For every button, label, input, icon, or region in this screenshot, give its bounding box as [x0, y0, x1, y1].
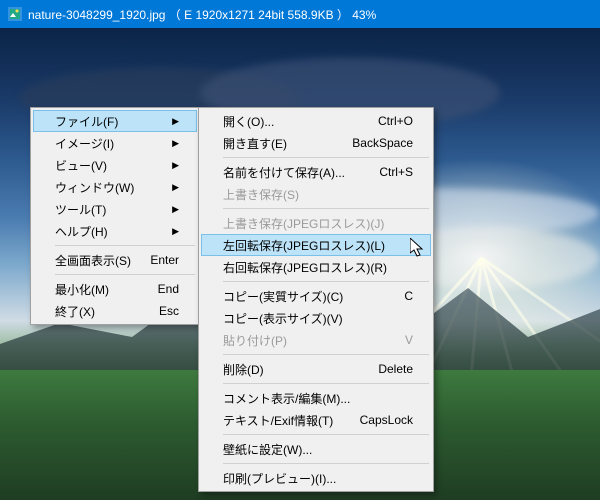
menu-separator [223, 434, 429, 435]
file-menu-item-8[interactable]: 右回転保存(JPEGロスレス)(R) [201, 256, 431, 278]
file-menu-item-6: 上書き保存(JPEGロスレス)(J) [201, 212, 431, 234]
file-menu-item-4: 上書き保存(S) [201, 183, 431, 205]
menu-item-label: 開き直す(E) [223, 135, 287, 152]
main-menu-item-10[interactable]: 終了(X) Esc [33, 300, 197, 322]
main-menu-item-2[interactable]: ビュー(V) ▶ [33, 154, 197, 176]
menu-item-label: 印刷(プレビュー)(I)... [223, 470, 336, 487]
submenu-arrow-icon: ▶ [172, 204, 179, 215]
file-menu-item-19[interactable]: 壁紙に設定(W)... [201, 438, 431, 460]
submenu-arrow-icon: ▶ [172, 116, 179, 127]
window-title: nature-3048299_1920.jpg （ E 1920x1271 24… [28, 6, 376, 23]
menu-separator [223, 354, 429, 355]
menu-item-shortcut: Delete [378, 362, 413, 376]
context-menu-file[interactable]: 開く(O)... Ctrl+O 開き直す(E) BackSpace 名前を付けて保存(A… [198, 107, 434, 492]
menu-item-shortcut: Esc [159, 304, 179, 318]
file-menu-item-10[interactable]: コピー(実質サイズ)(C) C [201, 285, 431, 307]
menu-separator [223, 157, 429, 158]
main-menu-item-9[interactable]: 最小化(M) End [33, 278, 197, 300]
menu-item-shortcut: Ctrl+O [378, 114, 413, 128]
main-menu-item-3[interactable]: ウィンドウ(W) ▶ [33, 176, 197, 198]
menu-item-shortcut: Ctrl+S [379, 165, 413, 179]
submenu-arrow-icon: ▶ [172, 226, 179, 237]
menu-item-shortcut: CapsLock [360, 413, 413, 427]
menu-item-label: 最小化(M) [55, 281, 109, 298]
file-menu-item-0[interactable]: 開く(O)... Ctrl+O [201, 110, 431, 132]
context-menu-main[interactable]: ファイル(F)▶イメージ(I)▶ビュー(V)▶ウィンドウ(W)▶ツール(T)▶ヘ… [30, 107, 200, 325]
main-menu-item-7[interactable]: 全画面表示(S) Enter [33, 249, 197, 271]
menu-item-shortcut: C [404, 289, 413, 303]
menu-item-shortcut: Enter [150, 253, 179, 267]
menu-item-label: ヘルプ(H) [55, 223, 108, 240]
app-icon [8, 7, 22, 21]
menu-separator [223, 208, 429, 209]
file-menu-item-7[interactable]: 左回転保存(JPEGロスレス)(L) [201, 234, 431, 256]
menu-item-label: テキスト/Exif情報(T) [223, 412, 333, 429]
menu-item-label: 名前を付けて保存(A)... [223, 164, 345, 181]
menu-item-label: イメージ(I) [55, 135, 114, 152]
menu-item-shortcut: End [158, 282, 179, 296]
menu-item-label: 上書き保存(JPEGロスレス)(J) [223, 215, 384, 232]
menu-item-label: ウィンドウ(W) [55, 179, 134, 196]
menu-item-label: 左回転保存(JPEGロスレス)(L) [223, 237, 385, 254]
menu-separator [223, 281, 429, 282]
menu-item-label: 削除(D) [223, 361, 264, 378]
menu-item-label: ビュー(V) [55, 157, 107, 174]
menu-item-label: 開く(O)... [223, 113, 274, 130]
menu-separator [55, 274, 195, 275]
main-menu-item-1[interactable]: イメージ(I) ▶ [33, 132, 197, 154]
file-menu-item-1[interactable]: 開き直す(E) BackSpace [201, 132, 431, 154]
menu-item-label: コピー(表示サイズ)(V) [223, 310, 343, 327]
menu-separator [223, 463, 429, 464]
menu-item-label: ツール(T) [55, 201, 106, 218]
menu-item-label: コメント表示/編集(M)... [223, 390, 350, 407]
menu-item-label: 上書き保存(S) [223, 186, 299, 203]
main-menu-item-0[interactable]: ファイル(F) ▶ [33, 110, 197, 132]
file-menu-item-3[interactable]: 名前を付けて保存(A)... Ctrl+S [201, 161, 431, 183]
menu-item-label: 壁紙に設定(W)... [223, 441, 312, 458]
menu-item-label: 終了(X) [55, 303, 95, 320]
menu-item-label: 貼り付け(P) [223, 332, 287, 349]
menu-separator [223, 383, 429, 384]
menu-separator [55, 245, 195, 246]
window-titlebar: nature-3048299_1920.jpg （ E 1920x1271 24… [0, 0, 600, 28]
file-menu-item-21[interactable]: 印刷(プレビュー)(I)... [201, 467, 431, 489]
menu-item-shortcut: V [405, 333, 413, 347]
file-menu-item-11[interactable]: コピー(表示サイズ)(V) [201, 307, 431, 329]
main-menu-item-5[interactable]: ヘルプ(H) ▶ [33, 220, 197, 242]
submenu-arrow-icon: ▶ [172, 182, 179, 193]
menu-item-label: 全画面表示(S) [55, 252, 131, 269]
menu-item-label: ファイル(F) [55, 113, 118, 130]
file-menu-item-17[interactable]: テキスト/Exif情報(T) CapsLock [201, 409, 431, 431]
submenu-arrow-icon: ▶ [172, 160, 179, 171]
menu-item-label: 右回転保存(JPEGロスレス)(R) [223, 259, 387, 276]
menu-item-label: コピー(実質サイズ)(C) [223, 288, 343, 305]
file-menu-item-14[interactable]: 削除(D) Delete [201, 358, 431, 380]
submenu-arrow-icon: ▶ [172, 138, 179, 149]
main-menu-item-4[interactable]: ツール(T) ▶ [33, 198, 197, 220]
file-menu-item-12: 貼り付け(P) V [201, 329, 431, 351]
menu-item-shortcut: BackSpace [352, 136, 413, 150]
file-menu-item-16[interactable]: コメント表示/編集(M)... [201, 387, 431, 409]
